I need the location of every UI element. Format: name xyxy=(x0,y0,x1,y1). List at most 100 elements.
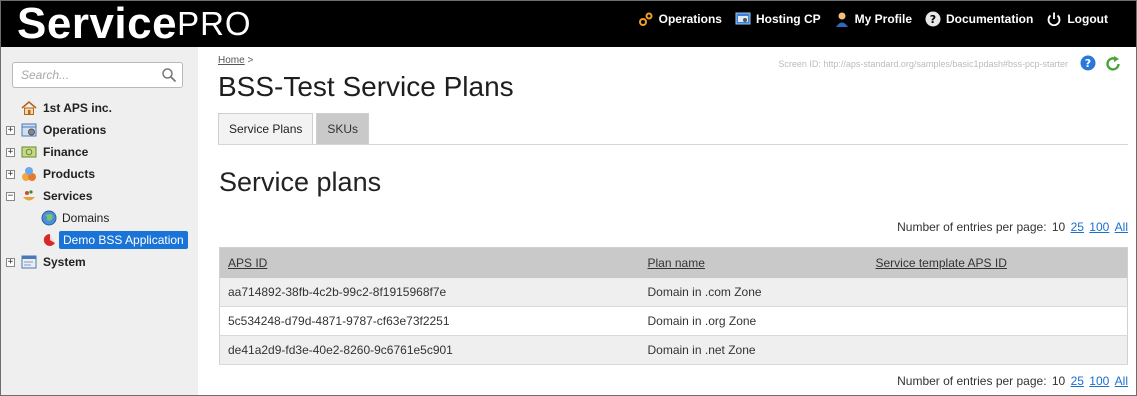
tree-item-domains[interactable]: Domains xyxy=(1,207,198,229)
column-plan-name[interactable]: Plan name xyxy=(639,247,868,278)
per-page-option-100[interactable]: 100 xyxy=(1089,374,1109,388)
cell-aps-id: aa714892-38fb-4c2b-99c2-8f1915968f7e xyxy=(219,277,640,307)
refresh-icon[interactable] xyxy=(1104,55,1122,73)
topnav-logout[interactable]: Logout xyxy=(1046,11,1108,27)
brand-name: Service xyxy=(17,0,178,48)
power-icon xyxy=(1046,11,1062,27)
topnav-my-profile-label: My Profile xyxy=(854,12,912,26)
expand-toggle[interactable]: + xyxy=(6,148,15,157)
brand-suffix: PRO xyxy=(177,5,252,42)
table-row[interactable]: aa714892-38fb-4c2b-99c2-8f1915968f7e Dom… xyxy=(219,277,1128,307)
search-input[interactable] xyxy=(21,67,151,83)
tree-item-services[interactable]: − Services xyxy=(1,185,198,207)
tab-service-plans[interactable]: Service Plans xyxy=(218,113,314,144)
tree-item-products[interactable]: + Products xyxy=(1,163,198,185)
topnav-hosting-cp-label: Hosting CP xyxy=(755,12,821,26)
page-title: BSS-Test Service Plans xyxy=(218,71,514,102)
expand-toggle[interactable]: + xyxy=(6,126,15,135)
column-service-template-aps-id[interactable]: Service template APS ID xyxy=(867,247,1128,278)
products-icon xyxy=(21,166,37,182)
column-aps-id[interactable]: APS ID xyxy=(219,247,640,278)
sidebar: 1st APS inc. + Operations + Finance + xyxy=(1,47,198,395)
entries-per-page-current: 10 xyxy=(1051,220,1066,234)
tab-bar: Service Plans SKUs xyxy=(218,113,370,144)
main-content: Home > Screen ID: http://aps-standard.or… xyxy=(198,47,1136,395)
per-page-option-all[interactable]: All xyxy=(1115,374,1128,388)
services-icon xyxy=(21,188,37,204)
tree-item-label: Domains xyxy=(62,211,110,225)
tree-root-account[interactable]: 1st APS inc. xyxy=(1,97,198,119)
per-page-option-100[interactable]: 100 xyxy=(1089,220,1109,234)
globe-icon xyxy=(41,210,57,226)
topnav-documentation[interactable]: ? Documentation xyxy=(925,11,1033,27)
breadcrumb-separator: > xyxy=(247,55,254,66)
tree-item-label: Demo BSS Application xyxy=(59,231,188,249)
money-icon xyxy=(21,144,37,160)
entries-per-page-label: Number of entries per page: xyxy=(897,374,1047,388)
cell-aps-id: de41a2d9-fd3e-40e2-8260-9c6761e5c901 xyxy=(219,335,640,365)
topnav-documentation-label: Documentation xyxy=(946,12,1034,26)
svg-text:?: ? xyxy=(1085,57,1091,70)
tree-item-label: System xyxy=(43,255,86,269)
expand-toggle[interactable]: + xyxy=(6,170,15,179)
tree-item-label: Services xyxy=(43,189,93,203)
breadcrumb: Home > xyxy=(218,55,253,66)
operations-icon xyxy=(638,11,654,27)
tree-item-label: Finance xyxy=(43,145,89,159)
breadcrumb-home-link[interactable]: Home xyxy=(218,55,245,66)
screen-id: Screen ID: http://aps-standard.org/sampl… xyxy=(778,59,1068,69)
hosting-cp-icon xyxy=(735,11,751,27)
cell-plan-name: Domain in .net Zone xyxy=(639,335,868,365)
search-box xyxy=(12,62,183,88)
top-navigation: Operations Hosting CP My Profile ? Docum… xyxy=(638,11,1108,27)
svg-text:?: ? xyxy=(930,13,936,26)
column-header-label: APS ID xyxy=(228,255,268,270)
tree-item-demo-bss-application[interactable]: Demo BSS Application xyxy=(1,229,198,251)
cell-aps-id: 5c534248-d79d-4871-9787-cf63e73f2251 xyxy=(219,306,640,336)
entries-per-page-current: 10 xyxy=(1051,374,1066,388)
table-header-row: APS ID Plan name Service template APS ID xyxy=(219,247,1128,278)
tab-skus[interactable]: SKUs xyxy=(316,113,370,144)
operations-gear-icon xyxy=(21,122,37,138)
application-icon xyxy=(41,232,57,248)
per-page-option-25[interactable]: 25 xyxy=(1071,374,1084,388)
topnav-operations[interactable]: Operations xyxy=(638,11,722,27)
section-title: Service plans xyxy=(219,167,382,197)
profile-icon xyxy=(834,11,850,27)
tree-item-finance[interactable]: + Finance xyxy=(1,141,198,163)
topnav-logout-label: Logout xyxy=(1067,12,1108,26)
tree-item-system[interactable]: + System xyxy=(1,251,198,273)
tree-item-label: Products xyxy=(43,167,96,181)
service-plans-table: APS ID Plan name Service template APS ID… xyxy=(219,247,1128,365)
entries-per-page-bottom: Number of entries per page: 10 25 100 Al… xyxy=(897,374,1128,388)
tree-item-label: Operations xyxy=(43,123,107,137)
cell-service-template-aps-id xyxy=(867,335,1128,365)
per-page-option-25[interactable]: 25 xyxy=(1071,220,1084,234)
topnav-operations-label: Operations xyxy=(658,12,722,26)
entries-per-page-label: Number of entries per page: xyxy=(897,220,1047,234)
cell-service-template-aps-id xyxy=(867,306,1128,336)
cell-service-template-aps-id xyxy=(867,277,1128,307)
app-window: ServicePRO Operations Hosting CP My Prof… xyxy=(0,0,1137,396)
per-page-option-all[interactable]: All xyxy=(1115,220,1128,234)
entries-per-page-top: Number of entries per page: 10 25 100 Al… xyxy=(897,220,1128,234)
brand-logo[interactable]: ServicePRO xyxy=(17,1,252,47)
navigation-tree: 1st APS inc. + Operations + Finance + Pr… xyxy=(1,97,198,273)
column-header-label: Service template APS ID xyxy=(875,255,1007,270)
help-icon: ? xyxy=(925,11,941,27)
tree-root-label: 1st APS inc. xyxy=(43,101,112,115)
search-icon[interactable] xyxy=(161,67,177,83)
collapse-toggle[interactable]: − xyxy=(6,192,15,201)
cell-plan-name: Domain in .org Zone xyxy=(639,306,868,336)
tab-divider xyxy=(218,144,1128,145)
column-header-label: Plan name xyxy=(647,255,705,270)
table-row[interactable]: 5c534248-d79d-4871-9787-cf63e73f2251 Dom… xyxy=(219,306,1128,336)
question-icon[interactable]: ? xyxy=(1080,55,1096,71)
table-row[interactable]: de41a2d9-fd3e-40e2-8260-9c6761e5c901 Dom… xyxy=(219,335,1128,365)
topnav-my-profile[interactable]: My Profile xyxy=(834,11,912,27)
home-icon xyxy=(21,100,37,116)
expand-toggle[interactable]: + xyxy=(6,258,15,267)
system-window-icon xyxy=(21,254,37,270)
tree-item-operations[interactable]: + Operations xyxy=(1,119,198,141)
topnav-hosting-cp[interactable]: Hosting CP xyxy=(735,11,821,27)
